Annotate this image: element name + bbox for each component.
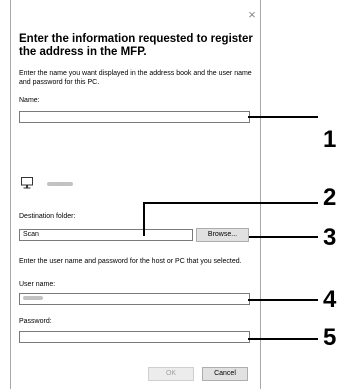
callout-lines: [143, 116, 318, 340]
callout-5: 5: [323, 324, 337, 351]
callout-1: 1: [323, 126, 337, 153]
callout-4: 4: [323, 286, 337, 313]
callout-2: 2: [323, 184, 337, 211]
callout-3: 3: [323, 224, 337, 251]
